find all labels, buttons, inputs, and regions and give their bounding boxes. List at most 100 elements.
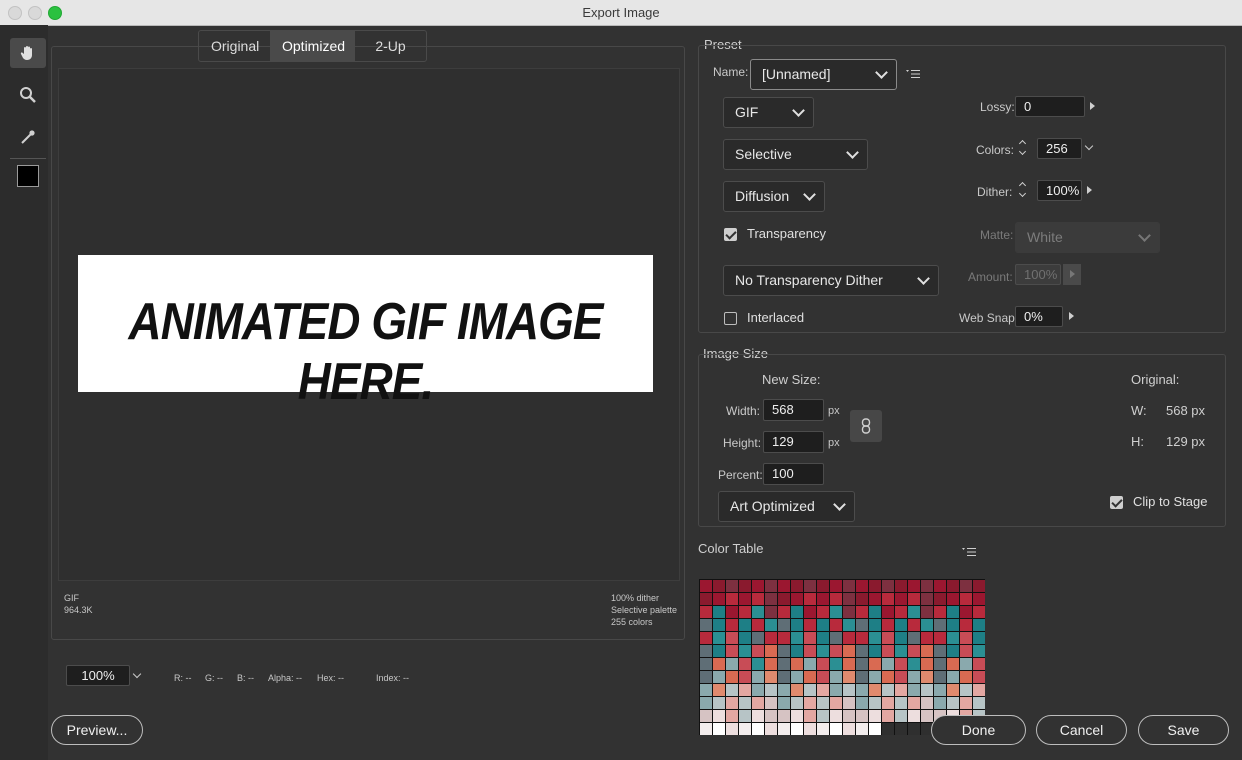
color-swatch[interactable] bbox=[765, 619, 777, 631]
color-swatch[interactable] bbox=[947, 619, 959, 631]
color-swatch[interactable] bbox=[934, 697, 946, 709]
color-swatch[interactable] bbox=[739, 658, 751, 670]
color-swatch[interactable] bbox=[895, 658, 907, 670]
color-swatch[interactable] bbox=[843, 580, 855, 592]
color-swatch[interactable] bbox=[726, 658, 738, 670]
color-swatch[interactable] bbox=[908, 697, 920, 709]
color-swatch[interactable] bbox=[713, 723, 725, 735]
color-swatch[interactable] bbox=[856, 723, 868, 735]
color-swatch[interactable] bbox=[856, 619, 868, 631]
color-swatch[interactable] bbox=[843, 645, 855, 657]
width-field[interactable]: 568 bbox=[763, 399, 824, 421]
zoom-field[interactable]: 100% bbox=[66, 665, 130, 686]
color-swatch[interactable] bbox=[934, 619, 946, 631]
color-swatch[interactable] bbox=[739, 723, 751, 735]
color-swatch[interactable] bbox=[765, 710, 777, 722]
format-dropdown[interactable]: GIF bbox=[723, 97, 814, 128]
color-swatch[interactable] bbox=[882, 684, 894, 696]
color-swatch[interactable] bbox=[817, 697, 829, 709]
color-swatch[interactable] bbox=[830, 671, 842, 683]
color-swatch[interactable] bbox=[804, 606, 816, 618]
done-button[interactable]: Done bbox=[931, 715, 1026, 745]
color-swatch[interactable] bbox=[713, 684, 725, 696]
color-swatch[interactable] bbox=[765, 723, 777, 735]
color-swatch[interactable] bbox=[908, 619, 920, 631]
color-swatch[interactable] bbox=[726, 632, 738, 644]
color-swatch[interactable] bbox=[908, 580, 920, 592]
color-swatch[interactable] bbox=[895, 710, 907, 722]
color-swatch[interactable] bbox=[817, 606, 829, 618]
color-swatch[interactable] bbox=[908, 593, 920, 605]
color-swatch[interactable] bbox=[817, 632, 829, 644]
color-swatch[interactable] bbox=[817, 658, 829, 670]
color-swatch[interactable] bbox=[778, 710, 790, 722]
color-swatch[interactable] bbox=[700, 671, 712, 683]
zoom-tool[interactable] bbox=[10, 80, 46, 110]
color-swatch[interactable] bbox=[934, 632, 946, 644]
color-swatch[interactable] bbox=[791, 658, 803, 670]
color-swatch[interactable] bbox=[700, 645, 712, 657]
transparency-dither-dropdown[interactable]: No Transparency Dither bbox=[723, 265, 939, 296]
color-swatch[interactable] bbox=[882, 619, 894, 631]
height-field[interactable]: 129 bbox=[763, 431, 824, 453]
color-swatch[interactable] bbox=[830, 658, 842, 670]
color-swatch[interactable] bbox=[973, 658, 985, 670]
color-swatch[interactable] bbox=[752, 658, 764, 670]
color-swatch[interactable] bbox=[869, 710, 881, 722]
color-swatch[interactable] bbox=[700, 632, 712, 644]
color-swatch[interactable] bbox=[817, 684, 829, 696]
color-swatch[interactable] bbox=[856, 671, 868, 683]
color-swatch[interactable] bbox=[778, 658, 790, 670]
color-swatch[interactable] bbox=[934, 645, 946, 657]
color-swatch[interactable] bbox=[921, 710, 933, 722]
color-swatch[interactable] bbox=[765, 632, 777, 644]
interlaced-checkbox[interactable] bbox=[724, 312, 737, 325]
color-swatch[interactable] bbox=[726, 684, 738, 696]
color-swatch[interactable] bbox=[882, 606, 894, 618]
color-reduction-dropdown[interactable]: Selective bbox=[723, 139, 868, 170]
color-swatch[interactable] bbox=[869, 658, 881, 670]
color-swatch[interactable] bbox=[765, 606, 777, 618]
color-swatch[interactable] bbox=[700, 723, 712, 735]
color-swatch[interactable] bbox=[713, 606, 725, 618]
color-swatch[interactable] bbox=[882, 645, 894, 657]
color-swatch[interactable] bbox=[791, 632, 803, 644]
color-swatch[interactable] bbox=[830, 619, 842, 631]
color-swatch[interactable] bbox=[791, 593, 803, 605]
color-swatch[interactable] bbox=[934, 658, 946, 670]
percent-field[interactable]: 100 bbox=[763, 463, 824, 485]
color-swatch[interactable] bbox=[882, 632, 894, 644]
color-swatch[interactable] bbox=[726, 697, 738, 709]
color-swatch[interactable] bbox=[804, 658, 816, 670]
color-swatch[interactable] bbox=[791, 684, 803, 696]
color-swatch[interactable] bbox=[713, 632, 725, 644]
color-swatch[interactable] bbox=[713, 658, 725, 670]
cancel-button[interactable]: Cancel bbox=[1036, 715, 1127, 745]
color-swatch[interactable] bbox=[752, 697, 764, 709]
color-swatch[interactable] bbox=[752, 619, 764, 631]
eyedropper-color-swatch[interactable] bbox=[17, 165, 39, 187]
color-swatch[interactable] bbox=[778, 697, 790, 709]
color-swatch[interactable] bbox=[973, 632, 985, 644]
color-swatch[interactable] bbox=[882, 593, 894, 605]
color-swatch[interactable] bbox=[843, 632, 855, 644]
color-swatch[interactable] bbox=[869, 606, 881, 618]
color-swatch[interactable] bbox=[843, 684, 855, 696]
color-swatch[interactable] bbox=[739, 580, 751, 592]
color-swatch[interactable] bbox=[830, 593, 842, 605]
color-swatch[interactable] bbox=[726, 606, 738, 618]
save-button[interactable]: Save bbox=[1138, 715, 1229, 745]
color-swatch[interactable] bbox=[856, 606, 868, 618]
color-swatch[interactable] bbox=[921, 684, 933, 696]
color-swatch[interactable] bbox=[869, 632, 881, 644]
color-swatch[interactable] bbox=[947, 697, 959, 709]
tab-2-up[interactable]: 2-Up bbox=[355, 31, 426, 61]
color-swatch[interactable] bbox=[765, 697, 777, 709]
color-swatch[interactable] bbox=[830, 684, 842, 696]
dither-stepper[interactable] bbox=[1019, 181, 1027, 199]
color-swatch[interactable] bbox=[856, 593, 868, 605]
color-swatch[interactable] bbox=[739, 593, 751, 605]
color-swatch[interactable] bbox=[791, 645, 803, 657]
color-swatch[interactable] bbox=[739, 619, 751, 631]
tab-original[interactable]: Original bbox=[199, 31, 270, 61]
